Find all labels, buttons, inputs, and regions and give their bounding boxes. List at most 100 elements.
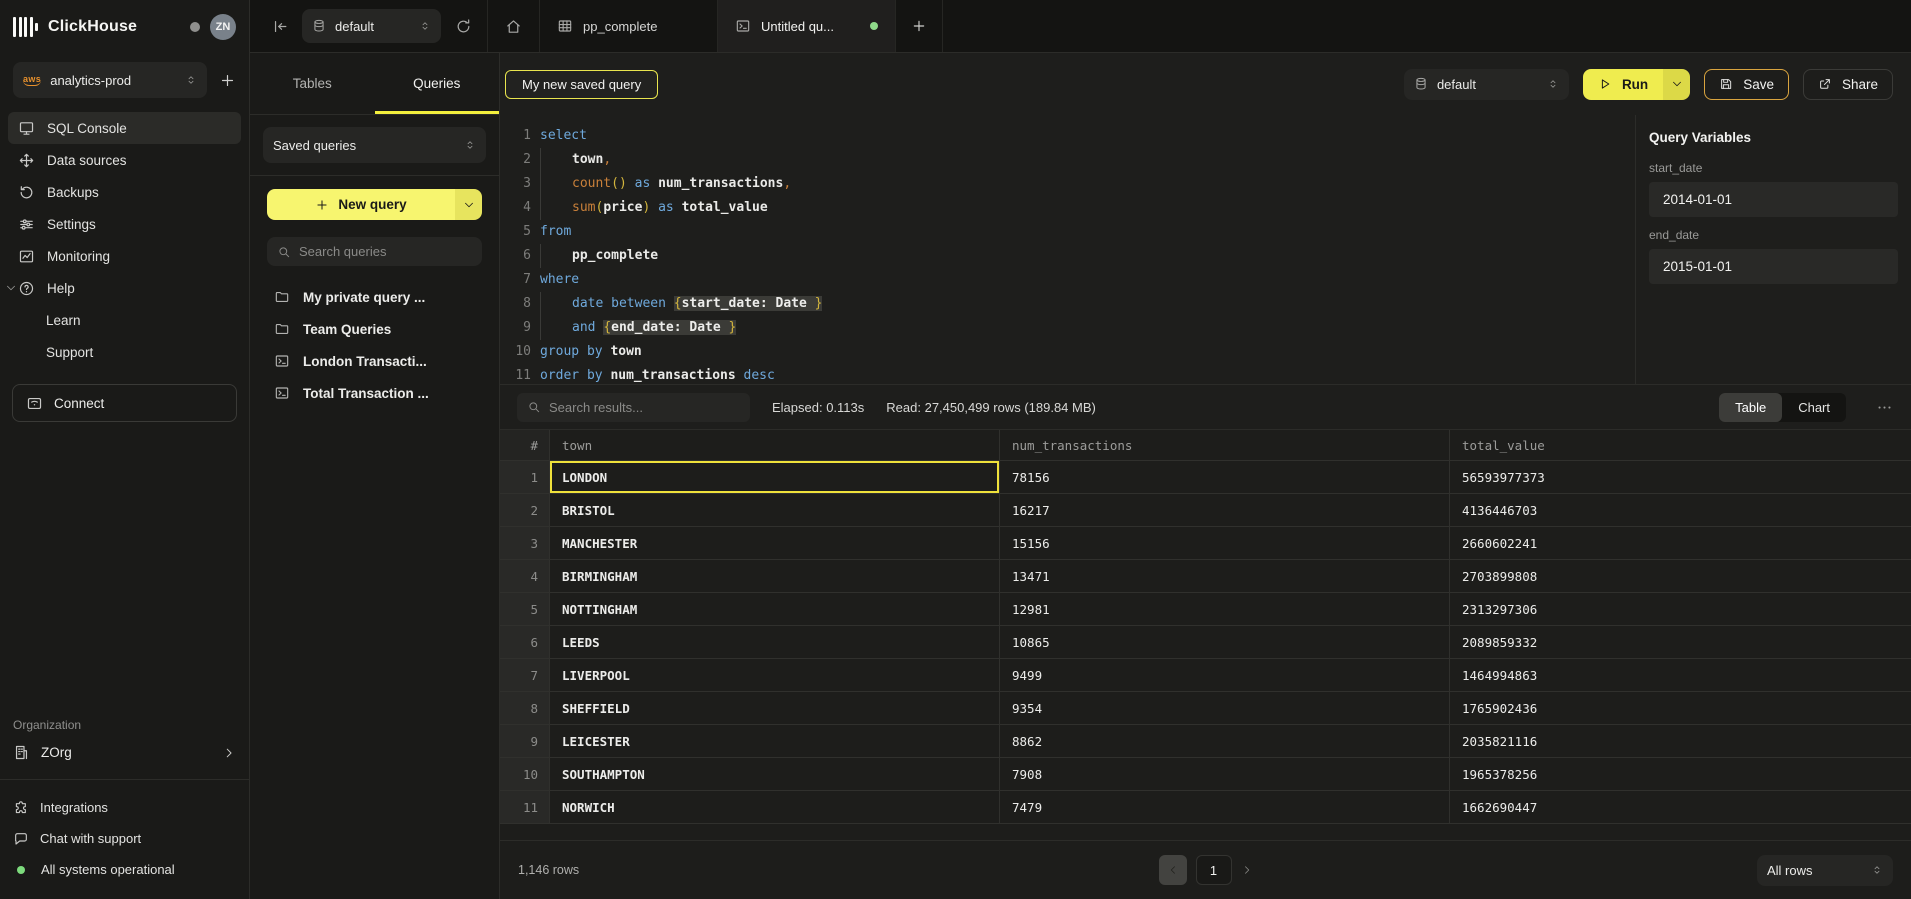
chevron-right-icon	[222, 746, 236, 760]
integrations-icon	[13, 800, 29, 816]
view-toggle-table[interactable]: Table	[1719, 393, 1782, 422]
indent-guide	[540, 292, 572, 316]
database-selector[interactable]: default	[302, 9, 441, 43]
sidebar-item-monitoring[interactable]: Monitoring	[8, 240, 241, 272]
table-cell[interactable]: 2660602241	[1450, 527, 1911, 560]
table-row: 7LIVERPOOL94991464994863	[500, 659, 1911, 692]
column-header-[interactable]: #	[500, 430, 550, 461]
save-button[interactable]: Save	[1704, 69, 1789, 100]
page-number[interactable]: 1	[1196, 855, 1232, 885]
table-cell[interactable]: SHEFFIELD	[550, 692, 1000, 725]
table-cell[interactable]: LIVERPOOL	[550, 659, 1000, 692]
organization-switcher[interactable]: ZOrg	[0, 744, 249, 779]
next-page-button[interactable]	[1241, 864, 1253, 876]
collapse-sidebar-button[interactable]	[272, 18, 289, 35]
table-cell[interactable]: 13471	[1000, 560, 1450, 593]
query-list-item-london-transacti[interactable]: London Transacti...	[252, 345, 497, 377]
query-list-item-total-transaction[interactable]: Total Transaction ...	[252, 377, 497, 409]
previous-page-button[interactable]	[1159, 855, 1187, 885]
table-cell[interactable]: BRISTOL	[550, 494, 1000, 527]
new-query-button[interactable]: New query	[267, 189, 455, 220]
table-cell[interactable]: NOTTINGHAM	[550, 593, 1000, 626]
tab-tables[interactable]: Tables	[250, 53, 375, 114]
editor-tab-untitled-qu[interactable]: Untitled qu...	[717, 0, 895, 52]
run-button-group: Run	[1583, 69, 1690, 100]
variable-input-field-start-date[interactable]	[1663, 192, 1884, 207]
sidebar-item-help[interactable]: Help	[8, 272, 241, 304]
run-dropdown-button[interactable]	[1663, 69, 1690, 100]
table-cell[interactable]: 15156	[1000, 527, 1450, 560]
table-cell[interactable]: 12981	[1000, 593, 1450, 626]
variable-input-field-end-date[interactable]	[1663, 259, 1884, 274]
column-header-total-value[interactable]: total_value	[1450, 430, 1911, 461]
table-cell[interactable]: 4136446703	[1450, 494, 1911, 527]
page-size-selector[interactable]: All rows	[1757, 855, 1893, 886]
table-cell[interactable]: 1662690447	[1450, 791, 1911, 824]
run-button[interactable]: Run	[1583, 69, 1663, 100]
sidebar-item-backups[interactable]: Backups	[8, 176, 241, 208]
query-list: My private query ...Team QueriesLondon T…	[252, 281, 497, 409]
sidebar-item-settings[interactable]: Settings	[8, 208, 241, 240]
connect-button[interactable]: Connect	[12, 384, 237, 422]
table-cell[interactable]: 2089859332	[1450, 626, 1911, 659]
query-list-item-my-private-query[interactable]: My private query ...	[252, 281, 497, 313]
sidebar-item-learn[interactable]: Learn	[8, 304, 241, 336]
line-number: 11	[500, 364, 531, 384]
table-cell[interactable]: 2313297306	[1450, 593, 1911, 626]
table-cell[interactable]: 9354	[1000, 692, 1450, 725]
table-cell[interactable]: LEEDS	[550, 626, 1000, 659]
sidebar-item-sql-console[interactable]: SQL Console	[8, 112, 241, 144]
table-cell[interactable]: 7479	[1000, 791, 1450, 824]
table-cell[interactable]: 56593977373	[1450, 461, 1911, 494]
column-header-town[interactable]: town	[550, 430, 1000, 461]
table-cell[interactable]: 78156	[1000, 461, 1450, 494]
editor-tab-pp-complete[interactable]: pp_complete	[539, 0, 717, 52]
table-cell[interactable]: 16217	[1000, 494, 1450, 527]
editor-database-selector[interactable]: default	[1404, 69, 1569, 100]
table-cell[interactable]: 2035821116	[1450, 725, 1911, 758]
editor-toolbar-actions: default Run	[1404, 69, 1893, 100]
home-button[interactable]	[488, 0, 539, 52]
column-header-num-transactions[interactable]: num_transactions	[1000, 430, 1450, 461]
table-cell[interactable]: NORWICH	[550, 791, 1000, 824]
add-service-button[interactable]	[219, 72, 236, 89]
notification-dot-icon[interactable]	[190, 22, 200, 32]
more-options-icon[interactable]	[1876, 399, 1893, 416]
table-cell[interactable]: LONDON	[550, 461, 1000, 494]
clickhouse-logo-icon	[13, 17, 38, 37]
view-toggle-chart[interactable]: Chart	[1782, 393, 1846, 422]
table-cell[interactable]: BIRMINGHAM	[550, 560, 1000, 593]
sql-editor[interactable]: 1select2town,3count() as num_transaction…	[500, 115, 1635, 384]
query-list-item-team-queries[interactable]: Team Queries	[252, 313, 497, 345]
search-queries-input[interactable]	[299, 244, 472, 259]
sidebar-footer-item-all-systems-operational[interactable]: All systems operational	[13, 854, 236, 885]
new-tab-button[interactable]	[895, 0, 943, 52]
sidebar-footer-item-integrations[interactable]: Integrations	[13, 792, 236, 823]
results-toolbar: Elapsed: 0.113s Read: 27,450,499 rows (1…	[500, 385, 1911, 430]
table-cell[interactable]: 9499	[1000, 659, 1450, 692]
tab-queries[interactable]: Queries	[375, 53, 500, 114]
table-cell[interactable]: 1765902436	[1450, 692, 1911, 725]
chevron-down-icon	[463, 199, 475, 211]
table-cell[interactable]: 1464994863	[1450, 659, 1911, 692]
table-cell[interactable]: 8862	[1000, 725, 1450, 758]
table-cell[interactable]: 10865	[1000, 626, 1450, 659]
table-cell[interactable]: 7908	[1000, 758, 1450, 791]
table-cell[interactable]: 1965378256	[1450, 758, 1911, 791]
sidebar-footer-item-chat-with-support[interactable]: Chat with support	[13, 823, 236, 854]
avatar[interactable]: ZN	[210, 14, 236, 40]
saved-query-name-pill[interactable]: My new saved query	[505, 70, 658, 99]
variable-input-end-date	[1649, 249, 1898, 284]
saved-queries-filter[interactable]: Saved queries	[263, 127, 486, 163]
service-selector[interactable]: aws analytics-prod	[13, 62, 207, 98]
search-results-input[interactable]	[549, 400, 740, 415]
refresh-icon[interactable]	[455, 18, 472, 35]
share-button[interactable]: Share	[1803, 69, 1893, 100]
table-cell[interactable]: 2703899808	[1450, 560, 1911, 593]
sidebar-item-data-sources[interactable]: Data sources	[8, 144, 241, 176]
table-cell[interactable]: LEICESTER	[550, 725, 1000, 758]
sidebar-item-support[interactable]: Support	[8, 336, 241, 368]
new-query-dropdown-button[interactable]	[455, 189, 482, 220]
table-cell[interactable]: SOUTHAMPTON	[550, 758, 1000, 791]
table-cell[interactable]: MANCHESTER	[550, 527, 1000, 560]
